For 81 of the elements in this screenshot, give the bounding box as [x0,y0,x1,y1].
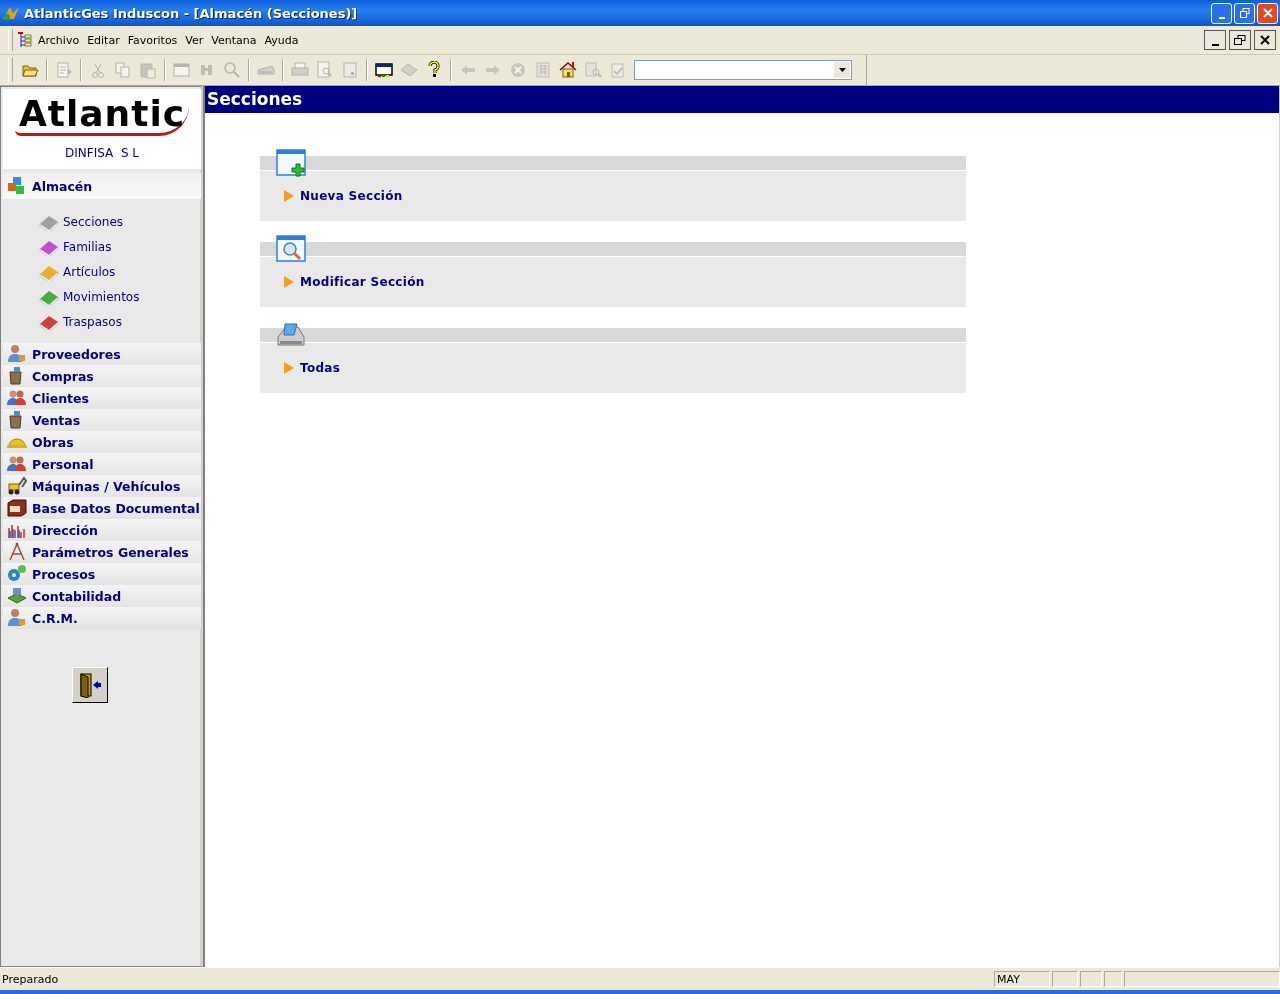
section-header[interactable]: Contabilidad [3,585,201,607]
status-pane [1080,971,1102,987]
section-header[interactable]: Compras [3,365,201,387]
magnifier-icon [223,61,241,79]
section-header[interactable]: Dirección [3,519,201,541]
menu-item[interactable]: Ver [182,31,207,49]
paste-icon [139,61,157,79]
window-icon [173,61,191,79]
document-edit-icon [55,61,73,79]
printer-icon [291,61,309,79]
copy-icon [114,61,132,79]
find-document-icon [584,61,602,79]
scissors-icon [89,61,107,79]
section-header[interactable]: Máquinas / Vehículos [3,475,201,497]
minimize-icon [1218,16,1225,19]
section-header[interactable]: Obras [3,431,201,453]
menu-item[interactable]: Ventana [208,31,260,49]
sidebar-item[interactable]: Secciones [39,212,200,231]
status-pane [1104,971,1122,987]
app-logo-icon [2,5,20,21]
sidebar-item[interactable]: Movimientos [39,287,200,306]
close-icon [1262,8,1273,18]
menu-item[interactable]: Ayuda [261,31,302,49]
action-link[interactable]: Modificar Sección [300,275,425,289]
file-drawer-icon [7,498,27,518]
status-indicator: MAY [994,971,1050,987]
section-header[interactable]: Base Datos Documental [3,497,201,519]
minimize-button[interactable] [1204,30,1226,50]
two-people-icon [7,454,27,474]
company-name: DINFISA S L [65,146,139,160]
printer-icon [276,321,306,349]
action-link[interactable]: Nueva Sección [300,189,403,203]
menu-item[interactable]: Favoritos [124,31,181,49]
address-dropdown[interactable] [634,60,852,80]
section-header[interactable]: Proveedores [3,343,201,365]
exit-button[interactable] [72,667,108,703]
restore-button[interactable] [1229,30,1251,50]
triangle-bullet-icon [284,190,294,202]
sidebar-item[interactable]: Familias [39,237,200,256]
person-icon [7,608,27,628]
minimize-icon [1211,44,1219,46]
section-header[interactable]: Clientes [3,387,201,409]
section-header[interactable]: Personal [3,453,201,475]
section-header[interactable]: Procesos [3,563,201,585]
monitor-icon [375,61,393,79]
section-header[interactable]: C.R.M. [3,607,201,629]
door-exit-icon [78,672,102,698]
restore-icon [1239,8,1250,18]
close-button[interactable] [1254,30,1276,50]
check-document-icon [609,61,627,79]
new-window-icon [276,149,306,177]
status-text: Preparado [1,972,60,986]
action-link[interactable]: Todas [300,361,341,375]
page-icon [341,61,359,79]
restore-icon [1234,35,1246,45]
print-preview-icon [316,61,334,79]
menu-tree-icon [17,31,33,49]
menu-item[interactable]: Archivo [35,31,83,49]
window-magnifier-icon [276,235,306,263]
home-icon [559,61,577,79]
section-header[interactable]: Ventas [3,409,201,431]
stop-icon [509,61,527,79]
close-icon [1260,35,1270,45]
digger-icon [7,476,27,496]
menu-item[interactable]: Editar [84,31,123,49]
dropdown-arrow-icon [838,68,846,72]
company-logo: Atlantic [14,95,190,136]
two-people-icon [7,388,27,408]
status-pane [1052,971,1078,987]
section-header[interactable]: Parámetros Generales [3,541,201,563]
page-title: Secciones [205,86,1279,113]
sidebar-item[interactable]: Artículos [39,262,200,281]
drafting-compass-icon [7,542,27,562]
window-title: AtlanticGes Induscon - [Almacén (Secciones)] [24,5,359,21]
person-icon [7,344,27,364]
section-header[interactable]: Almacén [3,173,201,199]
grid-document-icon [534,61,552,79]
triangle-bullet-icon [284,362,294,374]
sidebar-item[interactable]: Traspasos [39,312,200,331]
triangle-bullet-icon [284,276,294,288]
cubes-icon [7,176,27,196]
